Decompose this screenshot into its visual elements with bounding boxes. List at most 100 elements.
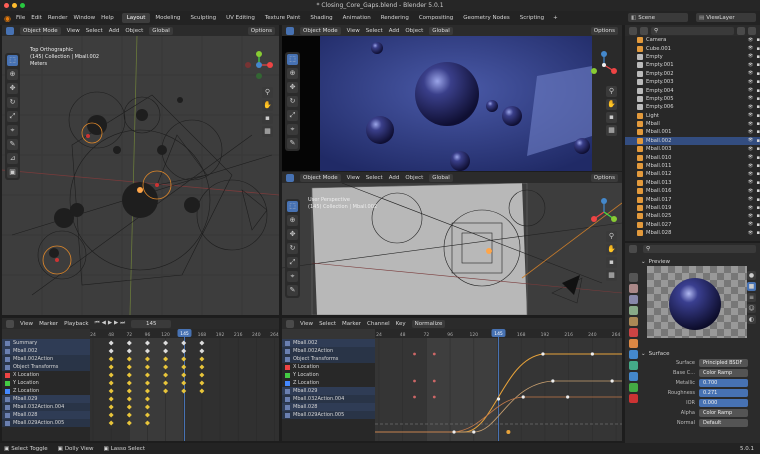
outliner-item[interactable]: Empty 👁 ▪	[625, 53, 760, 61]
render-camera-icon[interactable]: ▪	[756, 104, 760, 110]
property-value[interactable]: Color Ramp	[699, 409, 748, 417]
render-camera-icon[interactable]: ▪	[756, 79, 760, 85]
property-value[interactable]: 0.000	[699, 399, 748, 407]
channel-row[interactable]: Y Location	[282, 371, 375, 379]
menu-edit[interactable]: Edit	[31, 15, 42, 21]
constraint-tab-icon[interactable]	[628, 372, 638, 381]
sphere-preview-icon[interactable]: ●	[747, 271, 756, 280]
menu-playback[interactable]: Playback	[64, 321, 89, 327]
channel-row[interactable]: X Location	[282, 363, 375, 371]
navigation-gizmo-1[interactable]	[244, 50, 274, 80]
tab-uv-editing[interactable]: UV Editing	[221, 13, 260, 23]
grid-ortho-icon[interactable]: ▦	[262, 126, 273, 137]
pan-hand-icon[interactable]: ✋	[606, 99, 617, 110]
viewport-perspective[interactable]: User Perspective (145) Collection | Mbal…	[282, 183, 622, 315]
transform-tool-icon[interactable]: ⌖	[287, 124, 298, 135]
menu-object[interactable]: Object	[405, 28, 423, 34]
outliner-item[interactable]: Mball.025 👁 ▪	[625, 212, 760, 220]
channel-row[interactable]: Mball.029Action.005	[2, 419, 90, 427]
outliner-item[interactable]: Mball.027 👁 ▪	[625, 221, 760, 229]
outliner-item[interactable]: Camera 👁 ▪	[625, 36, 760, 44]
scale-tool-icon[interactable]: ⤢	[287, 110, 298, 121]
channel-row[interactable]: Mball.029Action.005	[282, 411, 375, 419]
visibility-eye-icon[interactable]: 👁	[748, 197, 754, 202]
render-camera-icon[interactable]: ▪	[756, 213, 760, 219]
mode-selector[interactable]: Object Mode	[20, 26, 61, 35]
playback-controls[interactable]: ⏮ ◀ ▶ ▶ ⏭	[95, 320, 126, 327]
visibility-eye-icon[interactable]: 👁	[748, 189, 754, 194]
property-value[interactable]: Default	[699, 419, 748, 427]
move-tool-icon[interactable]: ✥	[287, 229, 298, 240]
menu-view[interactable]: View	[347, 28, 360, 34]
grid-ortho-icon[interactable]: ▦	[606, 270, 617, 281]
viewport-rendered[interactable]: ⬚ ⊕ ✥ ↻ ⤢ ⌖ ✎ ⚲ ✋ ▪ ▦	[282, 36, 622, 171]
menu-add[interactable]: Add	[109, 28, 120, 34]
menu-window[interactable]: Window	[73, 15, 95, 21]
channel-row[interactable]: Mball.028	[282, 403, 375, 411]
jump-end-icon[interactable]: ⏭	[120, 320, 125, 327]
grid-ortho-icon[interactable]: ▦	[606, 125, 617, 136]
render-camera-icon[interactable]: ▪	[756, 71, 760, 77]
visibility-eye-icon[interactable]: 👁	[748, 38, 754, 43]
property-value[interactable]: 0.700	[699, 379, 748, 387]
channel-row[interactable]: Mball.032Action.004	[2, 403, 90, 411]
filter-icon[interactable]	[737, 26, 745, 35]
select-box-tool-icon[interactable]: ⬚	[287, 54, 298, 65]
viewport-top-ortho[interactable]: Top Orthographic (145) Collection | Mbal…	[2, 35, 279, 315]
channel-row[interactable]: Object Transforms	[2, 363, 90, 371]
channel-row[interactable]: Summary	[2, 339, 90, 347]
world-preview-icon[interactable]: ◐	[747, 315, 756, 324]
transform-tool-icon[interactable]: ⌖	[287, 271, 298, 282]
outliner-item[interactable]: Empty.002 👁 ▪	[625, 70, 760, 78]
menu-help[interactable]: Help	[101, 15, 114, 21]
render-camera-icon[interactable]: ▪	[756, 96, 760, 102]
surface-heading[interactable]: ⌄ Surface	[641, 349, 758, 358]
visibility-eye-icon[interactable]: 👁	[748, 164, 754, 169]
outliner-item[interactable]: Mball.001 👁 ▪	[625, 128, 760, 136]
outliner-item[interactable]: Mball.012 👁 ▪	[625, 170, 760, 178]
move-tool-icon[interactable]: ✥	[7, 83, 18, 94]
menu-channel[interactable]: Channel	[367, 321, 390, 327]
navigation-gizmo-2[interactable]	[589, 50, 619, 80]
channel-row[interactable]: Object Transforms	[282, 355, 375, 363]
property-value[interactable]: Principled BSDF	[699, 359, 748, 367]
editor-type-icon[interactable]	[286, 173, 294, 182]
pan-hand-icon[interactable]: ✋	[606, 244, 617, 255]
menu-add[interactable]: Add	[389, 175, 400, 181]
channel-row[interactable]: Mball.002Action	[282, 347, 375, 355]
visibility-eye-icon[interactable]: 👁	[748, 122, 754, 127]
properties-editor-icon[interactable]	[629, 244, 637, 253]
tab-sculpting[interactable]: Sculpting	[185, 13, 221, 23]
menu-view[interactable]: View	[347, 175, 360, 181]
render-camera-icon[interactable]: ▪	[756, 163, 760, 169]
visibility-eye-icon[interactable]: 👁	[748, 172, 754, 177]
outliner-item[interactable]: Empty.001 👁 ▪	[625, 61, 760, 69]
view-layer-tab-icon[interactable]	[628, 306, 638, 315]
orientation-selector[interactable]: Global	[429, 26, 453, 35]
camera-view-icon[interactable]: ▪	[262, 113, 273, 124]
visibility-eye-icon[interactable]: 👁	[748, 88, 754, 93]
tab-shading[interactable]: Shading	[305, 13, 337, 23]
visibility-eye-icon[interactable]: 👁	[748, 214, 754, 219]
scene-tab-icon[interactable]	[628, 317, 638, 326]
cursor-tool-icon[interactable]: ⊕	[287, 215, 298, 226]
render-camera-icon[interactable]: ▪	[756, 155, 760, 161]
output-tab-icon[interactable]	[628, 295, 638, 304]
visibility-eye-icon[interactable]: 👁	[748, 71, 754, 76]
zoom-icon[interactable]: ⚲	[606, 86, 617, 97]
display-mode-icon[interactable]	[640, 26, 648, 35]
tab-scripting[interactable]: Scripting	[515, 13, 549, 23]
outliner-item[interactable]: Mball.017 👁 ▪	[625, 195, 760, 203]
add-cube-tool-icon[interactable]: ▣	[7, 167, 18, 178]
tab-geometry-nodes[interactable]: Geometry Nodes	[458, 13, 514, 23]
property-value[interactable]: 0.271	[699, 389, 748, 397]
render-camera-icon[interactable]: ▪	[756, 205, 760, 211]
tab-animation[interactable]: Animation	[338, 13, 376, 23]
visibility-eye-icon[interactable]: 👁	[748, 138, 754, 143]
viewlayer-selector[interactable]: ▤ ViewLayer	[696, 13, 756, 22]
add-workspace-button[interactable]: +	[553, 15, 558, 21]
measure-tool-icon[interactable]: ⊿	[7, 153, 18, 164]
render-camera-icon[interactable]: ▪	[756, 171, 760, 177]
channel-row[interactable]: X Location	[2, 371, 90, 379]
scale-tool-icon[interactable]: ⤢	[7, 111, 18, 122]
